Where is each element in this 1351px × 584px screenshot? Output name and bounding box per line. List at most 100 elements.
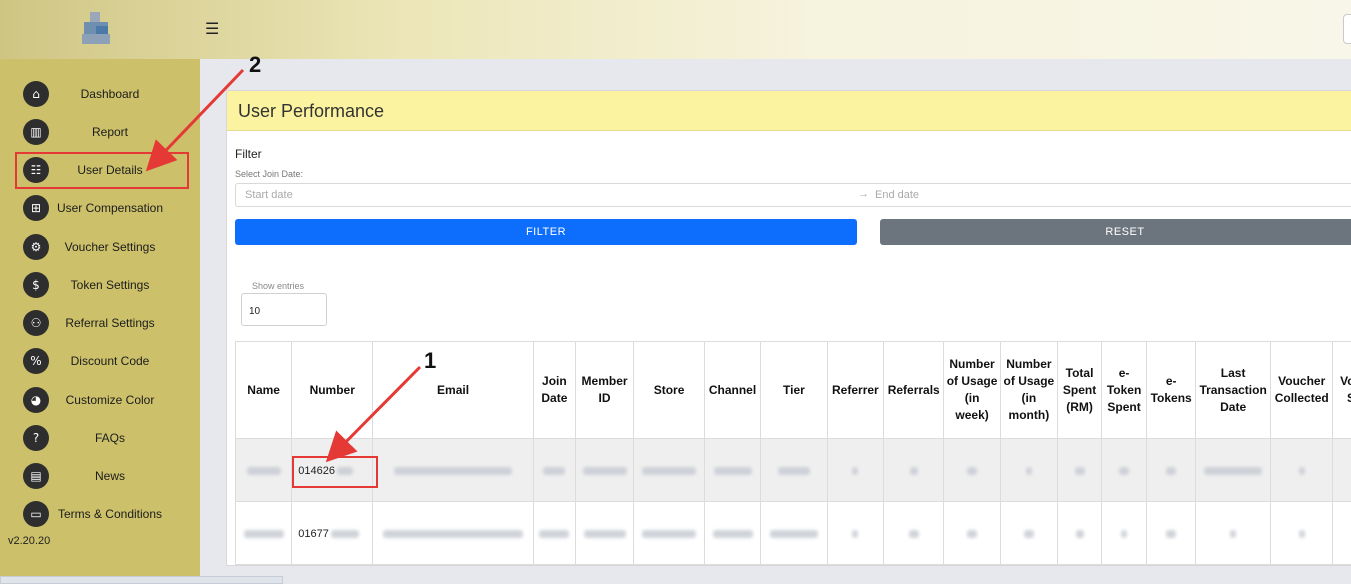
- column-header-tier[interactable]: Tier: [760, 341, 828, 439]
- cell-email: [372, 438, 534, 502]
- join-date-label: Select Join Date:: [235, 169, 304, 179]
- cell-referrer: [826, 501, 885, 565]
- user-performance-table: Name Number Email Join Date Member ID St…: [235, 341, 1351, 565]
- column-header-etokens[interactable]: e-Tokens: [1146, 341, 1197, 439]
- cell-tier: [760, 438, 828, 502]
- hamburger-menu-icon[interactable]: ☰: [205, 19, 219, 39]
- sidebar-item-label: Referral Settings: [65, 316, 155, 330]
- table-header-row: Name Number Email Join Date Member ID St…: [235, 341, 1351, 439]
- column-header-total-spent[interactable]: Total Spent (RM): [1057, 341, 1103, 439]
- cell-email: [372, 501, 534, 565]
- cell-member-id: [574, 438, 635, 502]
- sidebar-item-discount-code[interactable]: % Discount Code: [0, 346, 200, 376]
- user-performance-card: User Performance Filter Select Join Date…: [226, 90, 1351, 566]
- cell-channel: [703, 438, 762, 502]
- sidebar-item-label: Terms & Conditions: [57, 507, 163, 521]
- column-header-number[interactable]: Number: [291, 341, 374, 439]
- column-header-voucher-spent[interactable]: Voucher Spent: [1332, 341, 1351, 439]
- column-header-store[interactable]: Store: [633, 341, 705, 439]
- sidebar-item-report[interactable]: ▥ Report: [0, 117, 200, 147]
- column-header-last-transaction[interactable]: Last Transaction Date: [1195, 341, 1271, 439]
- cell-join-date: [532, 501, 576, 565]
- sidebar-item-label: Customize Color: [65, 393, 155, 407]
- column-header-etoken-spent[interactable]: e-Token Spent: [1101, 341, 1148, 439]
- reset-button[interactable]: RESET: [880, 219, 1351, 245]
- sidebar-item-label: News: [94, 469, 125, 483]
- cell-total-spent: [1057, 501, 1103, 565]
- column-header-usage-week[interactable]: Number of Usage (in week): [943, 341, 1001, 439]
- cell-name: [235, 438, 293, 502]
- sidebar-item-voucher-settings[interactable]: ⚙ Voucher Settings: [0, 232, 200, 262]
- sidebar-item-customize-color[interactable]: ◕ Customize Color: [0, 385, 200, 415]
- cell-total-spent: [1057, 438, 1103, 502]
- column-header-usage-month[interactable]: Number of Usage (in month): [999, 341, 1059, 439]
- cell-usage-month: [999, 501, 1059, 565]
- phone-number: 01677: [298, 528, 329, 540]
- start-date-input[interactable]: Start date: [245, 189, 293, 201]
- top-bar: ☰: [0, 0, 1351, 59]
- annotation-highlight-number: [292, 456, 378, 488]
- document-icon: ▭: [23, 501, 49, 527]
- column-header-name[interactable]: Name: [235, 341, 293, 439]
- annotation-highlight-user-details: [15, 152, 189, 189]
- filter-button[interactable]: FILTER: [235, 219, 857, 245]
- column-header-email[interactable]: Email: [372, 341, 534, 439]
- show-entries-select[interactable]: 10: [241, 293, 327, 326]
- column-header-member-id[interactable]: Member ID: [574, 341, 635, 439]
- cell-last-transaction: [1195, 438, 1271, 502]
- cell-join-date: [532, 438, 576, 502]
- cell-voucher-spent: [1332, 438, 1351, 502]
- palette-icon: ◕: [23, 387, 49, 413]
- question-icon: ?: [23, 425, 49, 451]
- profile-button[interactable]: [1343, 14, 1351, 44]
- app-logo: [82, 12, 112, 46]
- sidebar-item-referral-settings[interactable]: ⚇ Referral Settings: [0, 308, 200, 338]
- cell-name: [235, 501, 293, 565]
- sidebar-item-label: Dashboard: [80, 87, 140, 101]
- sidebar-item-faqs[interactable]: ? FAQs: [0, 423, 200, 453]
- user-table-container[interactable]: Name Number Email Join Date Member ID St…: [235, 341, 1351, 567]
- users-icon: ⚇: [23, 310, 49, 336]
- sidebar: ⌂ Dashboard ▥ Report ☷ User Details ⊞ Us…: [0, 59, 200, 577]
- column-header-referrals[interactable]: Referrals: [883, 341, 945, 439]
- home-icon: ⌂: [23, 81, 49, 107]
- cell-store: [633, 438, 705, 502]
- link-preview-tooltip: [0, 576, 283, 584]
- sidebar-item-token-settings[interactable]: $ Token Settings: [0, 270, 200, 300]
- sidebar-item-label: Voucher Settings: [64, 240, 156, 254]
- cell-etokens: [1146, 438, 1197, 502]
- cell-etoken-spent: [1101, 438, 1148, 502]
- sidebar-item-terms-conditions[interactable]: ▭ Terms & Conditions: [0, 499, 200, 529]
- end-date-input[interactable]: End date: [875, 189, 919, 201]
- cell-channel: [703, 501, 762, 565]
- table-row[interactable]: 014626: [235, 438, 1351, 502]
- column-header-voucher-collected[interactable]: Voucher Collected: [1269, 341, 1334, 439]
- cell-etoken-spent: [1101, 501, 1148, 565]
- show-entries-value: 10: [249, 306, 261, 317]
- sidebar-item-label: User Compensation: [56, 201, 164, 215]
- sidebar-item-news[interactable]: ▤ News: [0, 461, 200, 491]
- sidebar-item-label: FAQs: [94, 431, 125, 445]
- percent-icon: %: [23, 348, 49, 374]
- cell-usage-month: [999, 438, 1059, 502]
- sidebar-item-label: Report: [91, 125, 129, 139]
- gear-icon: ⚙: [23, 234, 49, 260]
- cell-store: [633, 501, 705, 565]
- sidebar-item-label: Discount Code: [70, 354, 150, 368]
- cell-last-transaction: [1195, 501, 1271, 565]
- cell-referrer: [826, 438, 885, 502]
- cell-usage-week: [943, 501, 1001, 565]
- show-entries-label: Show entries: [252, 281, 305, 291]
- cell-number: 01677: [291, 501, 374, 565]
- sidebar-item-user-compensation[interactable]: ⊞ User Compensation: [0, 193, 200, 223]
- annotation-label-2: 2: [249, 52, 262, 77]
- sidebar-item-dashboard[interactable]: ⌂ Dashboard: [0, 79, 200, 109]
- range-arrow-icon: →: [858, 188, 869, 200]
- column-header-join-date[interactable]: Join Date: [532, 341, 576, 439]
- sidebar-item-label: Token Settings: [70, 278, 150, 292]
- app-version: v2.20.20: [8, 535, 51, 547]
- table-row[interactable]: 01677: [235, 501, 1351, 565]
- join-date-range-picker[interactable]: Start date → End date: [235, 183, 1351, 207]
- column-header-channel[interactable]: Channel: [703, 341, 762, 439]
- column-header-referrer[interactable]: Referrer: [826, 341, 885, 439]
